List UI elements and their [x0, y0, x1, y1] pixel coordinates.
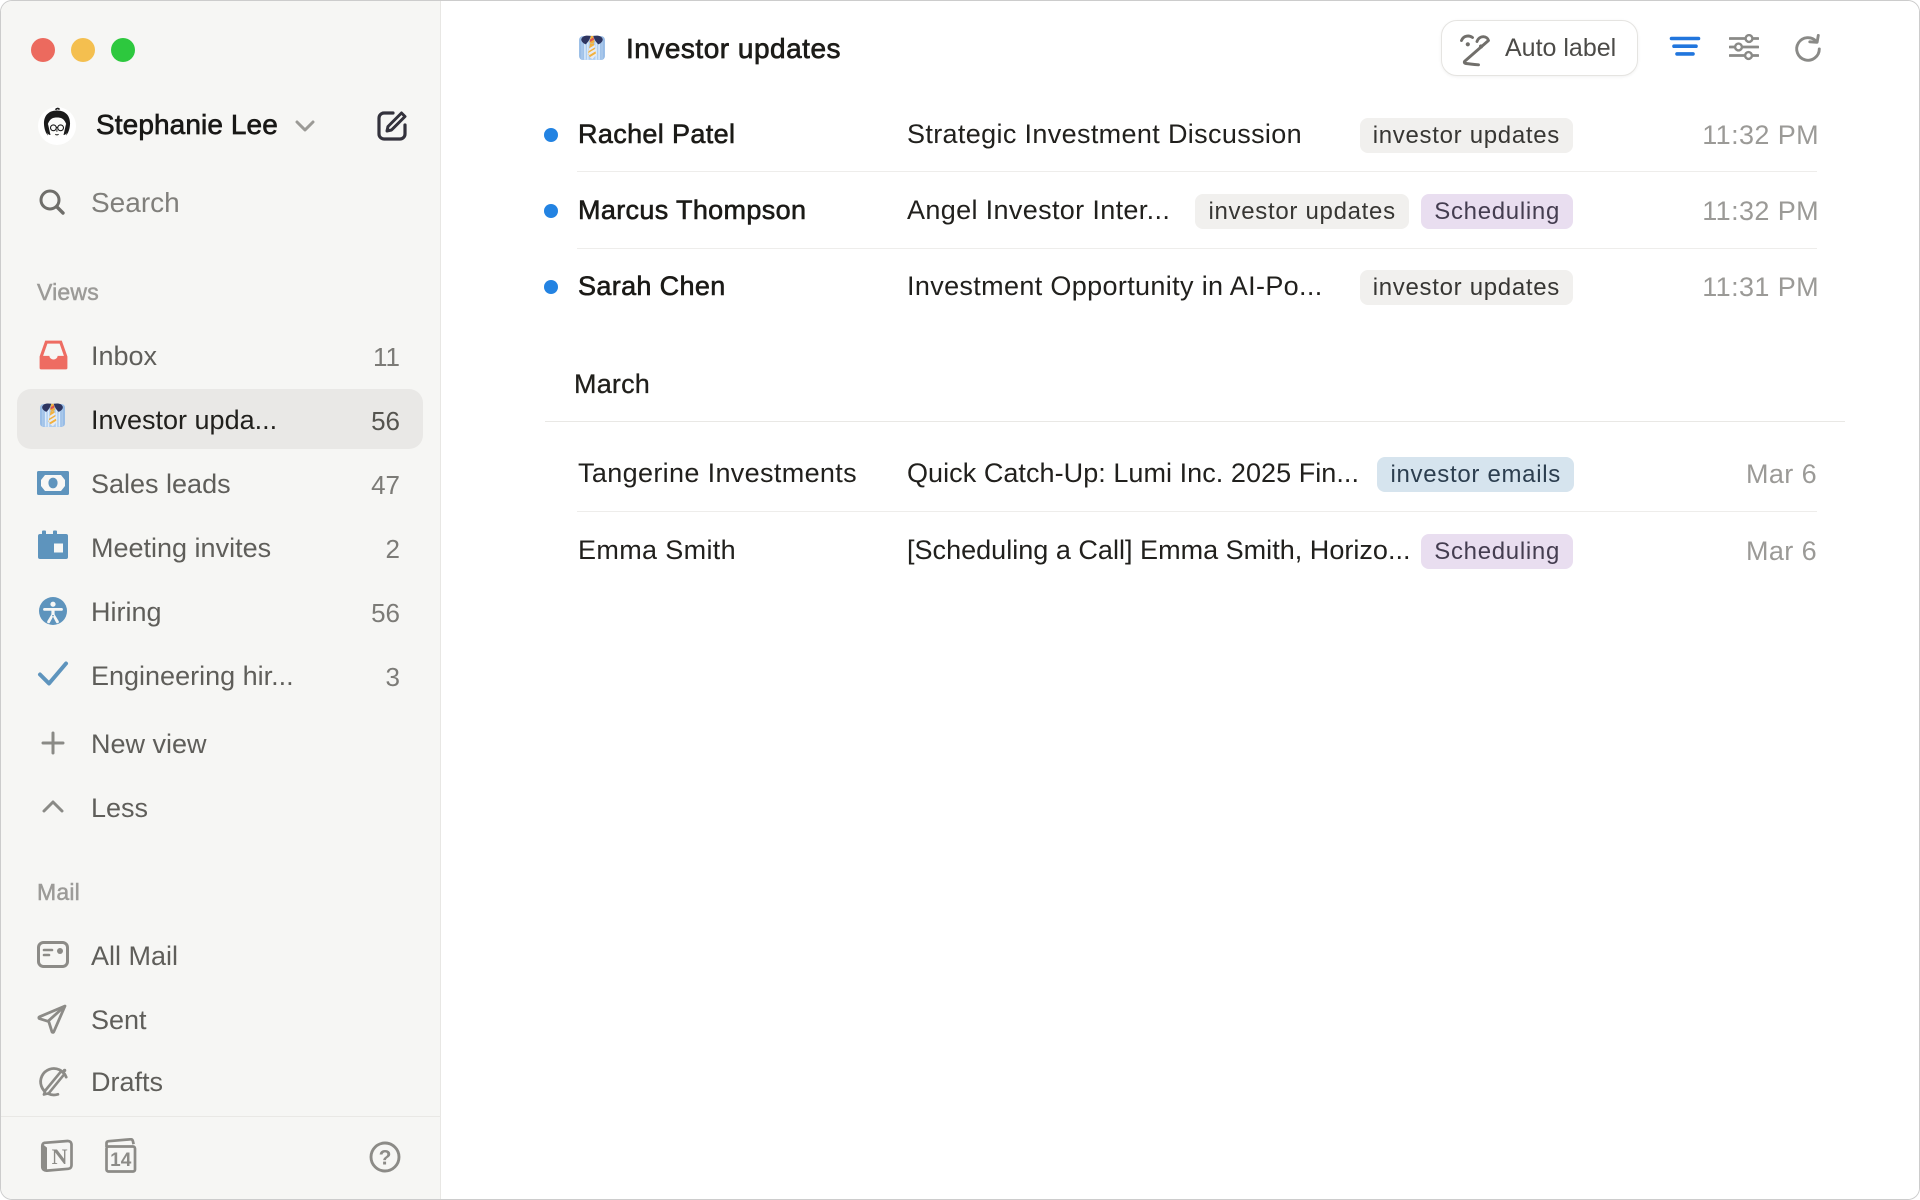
- svg-text:?: ?: [379, 1147, 392, 1170]
- svg-text:14: 14: [110, 1150, 132, 1171]
- svg-text:N: N: [52, 1144, 68, 1169]
